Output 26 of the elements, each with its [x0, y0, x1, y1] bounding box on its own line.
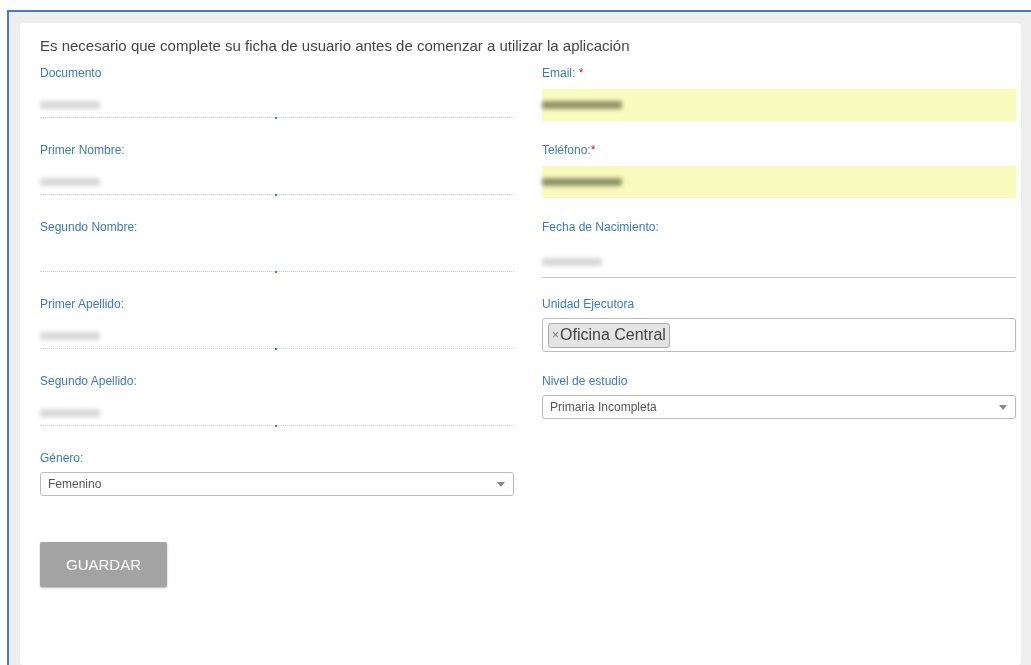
input-field[interactable]: [542, 89, 1016, 121]
redacted-value: [40, 178, 100, 186]
dropdown-caret-icon: [497, 481, 505, 487]
tag-chip[interactable]: ×Oficina Central: [548, 322, 670, 348]
field-label: Email: *: [542, 65, 584, 81]
form-heading: Es necesario que complete su ficha de usuario antes de comenzar a utilizar la aplicación: [40, 37, 630, 54]
field-label: Teléfono:*: [542, 142, 596, 158]
select-field[interactable]: Primaria Incompleta: [542, 395, 1016, 419]
field-label: Unidad Ejecutora: [542, 296, 635, 312]
field-label: Nivel de estudio: [542, 373, 628, 389]
dropdown-caret-icon: [999, 404, 1007, 410]
field-label: Primer Apellido:: [40, 296, 125, 312]
field-label: Primer Nombre:: [40, 142, 125, 158]
input-field[interactable]: [542, 166, 1016, 198]
field-label: Segundo Apellido:: [40, 373, 137, 389]
redacted-value: [40, 409, 100, 417]
field-label: Documento: [40, 65, 102, 81]
redacted-value: [40, 101, 100, 109]
select-field[interactable]: Femenino: [40, 472, 514, 496]
redacted-value: [40, 332, 100, 340]
field-label: Segundo Nombre:: [40, 219, 138, 235]
redacted-value: [542, 258, 602, 266]
remove-tag-button[interactable]: ×: [552, 328, 559, 342]
field-label: Género:: [40, 450, 84, 466]
field-label: Fecha de Nacimiento:: [542, 219, 659, 235]
tag-input-field[interactable]: ×Oficina Central: [542, 318, 1016, 352]
